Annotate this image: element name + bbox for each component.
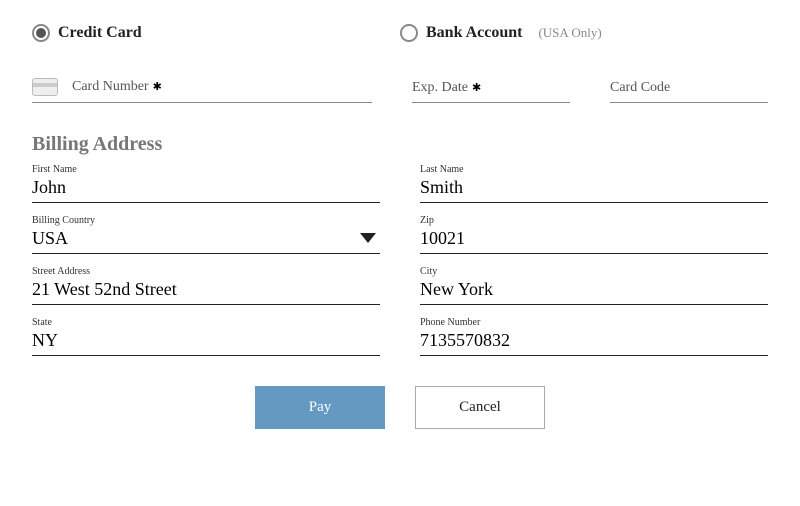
payment-method-bank-account[interactable]: Bank Account (USA Only) [400,24,602,42]
action-row: Pay Cancel [32,386,768,429]
card-code-field[interactable]: Card Code [610,72,768,103]
card-number-label: Card Number✱ [72,79,162,95]
zip-label: Zip [420,215,768,226]
phone-label: Phone Number [420,317,768,328]
bank-account-label: Bank Account [426,24,522,42]
card-entry-row: Card Number✱ Exp. Date✱ Card Code [32,72,768,103]
zip-field[interactable]: Zip [420,213,768,254]
payment-method-credit-card[interactable]: Credit Card [32,24,400,42]
radio-bank-account[interactable] [400,24,418,42]
city-label: City [420,266,768,277]
pay-button[interactable]: Pay [255,386,385,429]
street-label: Street Address [32,266,380,277]
billing-country-select[interactable] [32,226,380,253]
billing-country-field[interactable]: Billing Country [32,213,380,254]
phone-field[interactable]: Phone Number [420,315,768,356]
last-name-field[interactable]: Last Name [420,162,768,203]
first-name-input[interactable] [32,175,380,202]
card-code-label: Card Code [610,80,670,95]
street-field[interactable]: Street Address [32,264,380,305]
payment-method-row: Credit Card Bank Account (USA Only) [32,24,768,42]
first-name-field[interactable]: First Name [32,162,380,203]
last-name-input[interactable] [420,175,768,202]
city-field[interactable]: City [420,264,768,305]
billing-address-title: Billing Address [32,133,768,156]
first-name-label: First Name [32,164,380,175]
exp-date-field[interactable]: Exp. Date✱ [412,72,570,103]
credit-card-icon [32,78,58,96]
state-label: State [32,317,380,328]
zip-input[interactable] [420,226,768,253]
state-input[interactable] [32,328,380,355]
radio-credit-card[interactable] [32,24,50,42]
chevron-down-icon [360,233,376,243]
card-number-field[interactable]: Card Number✱ [32,72,372,103]
exp-date-label: Exp. Date✱ [412,80,481,95]
cancel-button[interactable]: Cancel [415,386,545,429]
billing-form: First Name Last Name Billing Country Zip… [32,162,768,356]
bank-account-sublabel: (USA Only) [538,25,601,41]
credit-card-label: Credit Card [58,24,142,42]
street-input[interactable] [32,277,380,304]
last-name-label: Last Name [420,164,768,175]
billing-country-label: Billing Country [32,215,380,226]
state-field[interactable]: State [32,315,380,356]
city-input[interactable] [420,277,768,304]
phone-input[interactable] [420,328,768,355]
